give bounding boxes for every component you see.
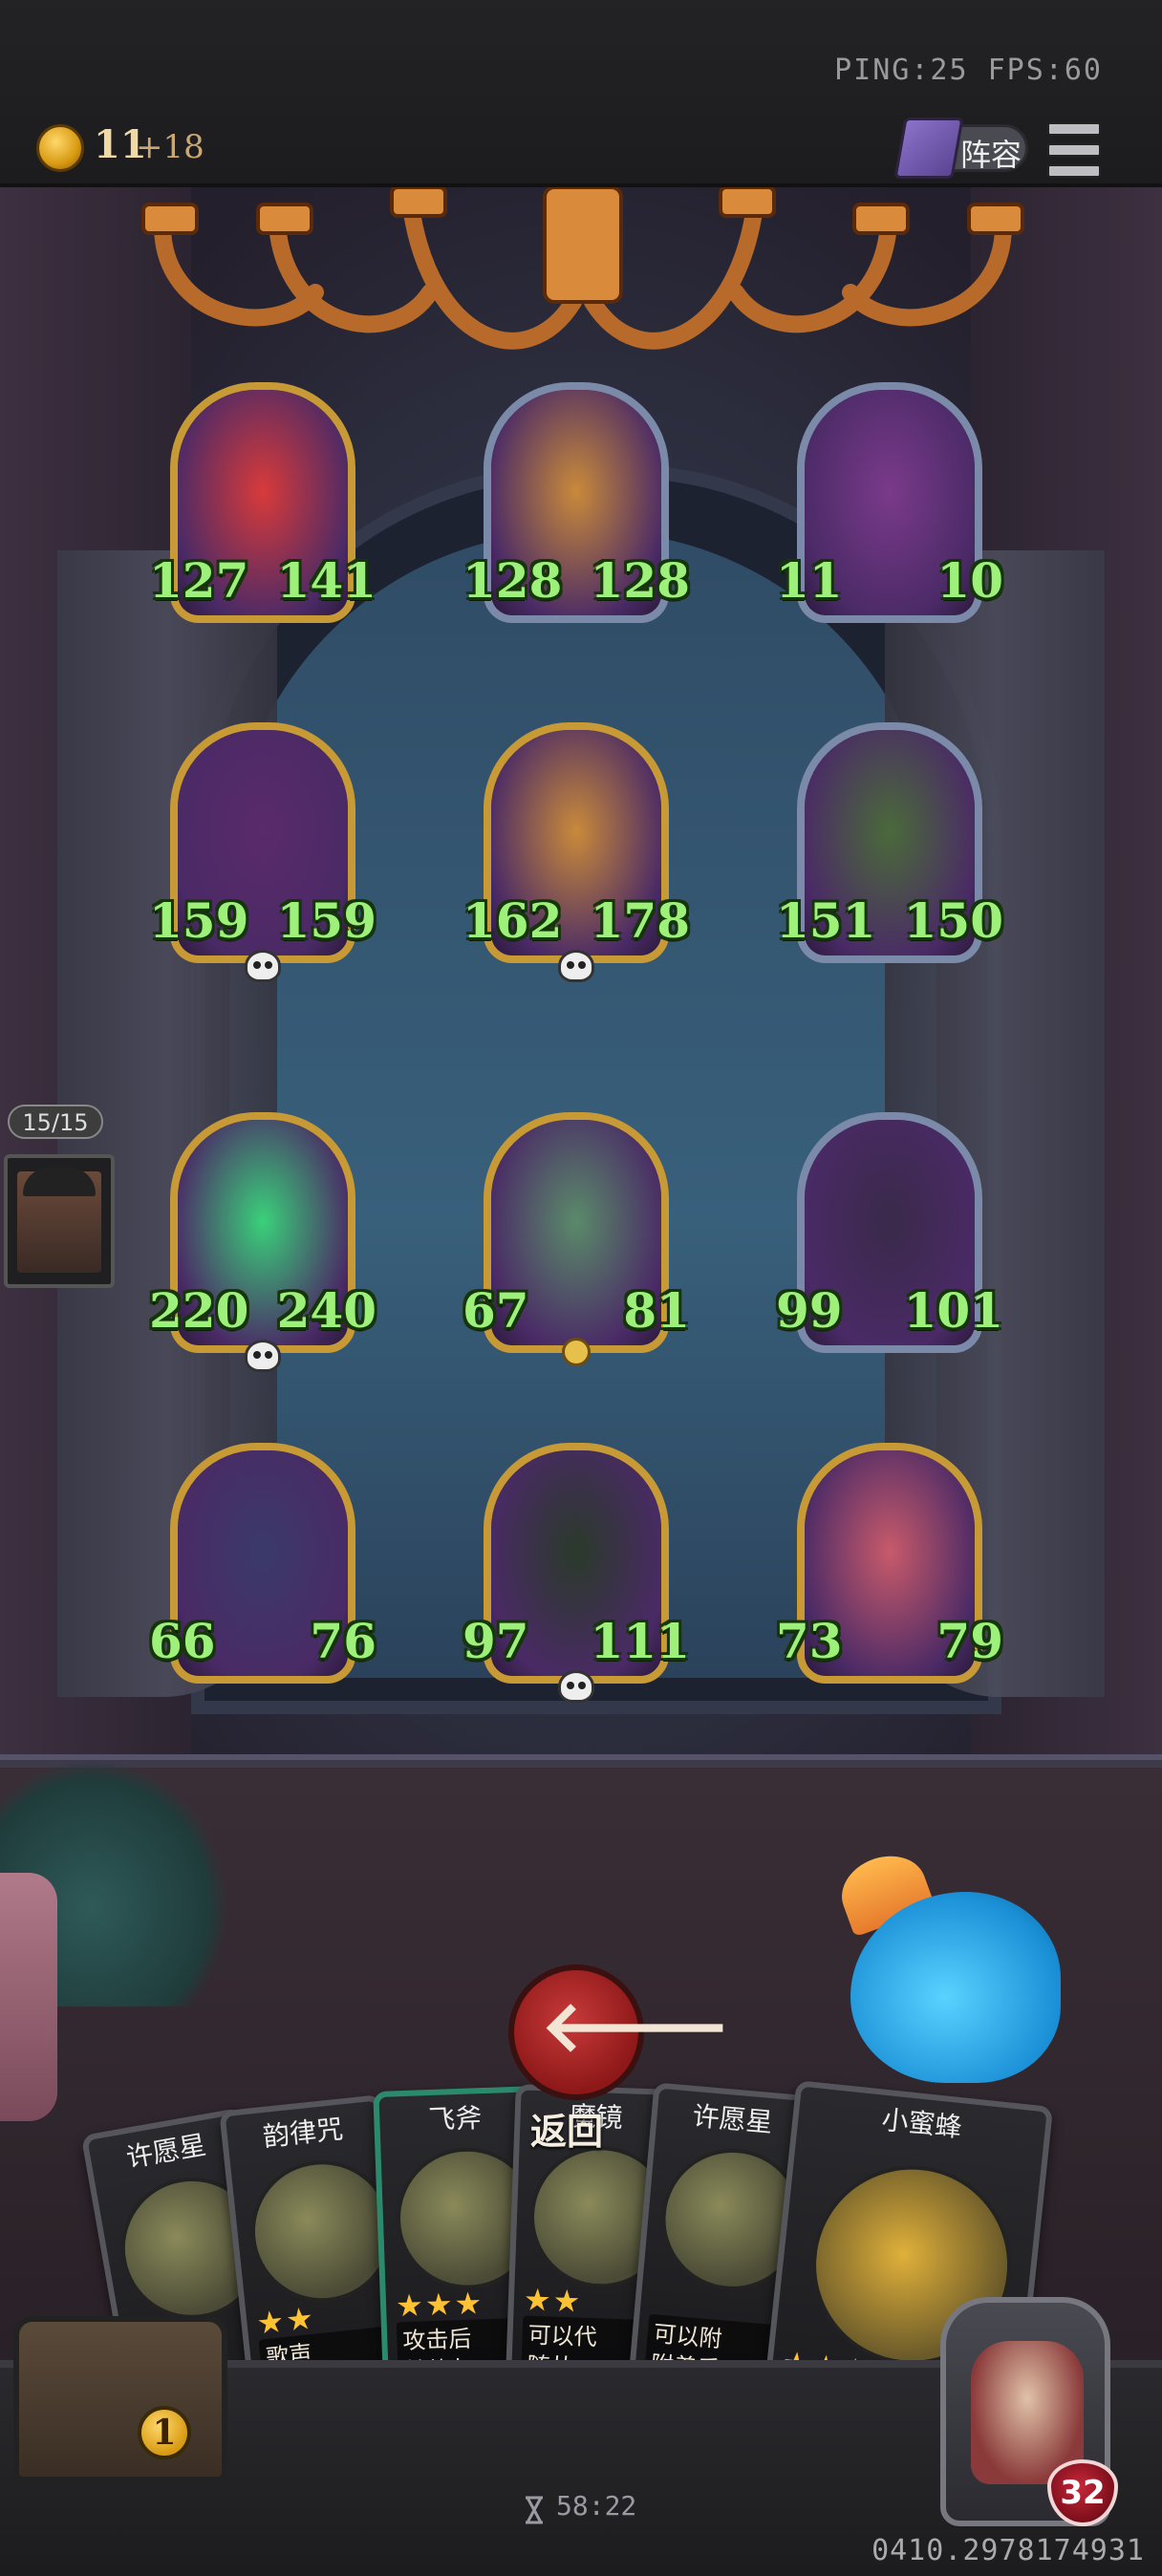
- minion-attack: 127: [149, 552, 249, 609]
- board-minion[interactable]: 67 81: [463, 1112, 690, 1372]
- board-minion[interactable]: 66 76: [149, 1443, 377, 1703]
- shield-icon: [562, 1338, 591, 1366]
- minion-health: 76: [310, 1613, 377, 1669]
- skull-icon: [558, 950, 594, 982]
- card-title: 韵律咒: [261, 2113, 345, 2154]
- minion-health: 81: [623, 1282, 690, 1339]
- minion-attack: 67: [463, 1282, 529, 1339]
- minion-attack: 162: [463, 892, 563, 949]
- minion-health: 10: [936, 552, 1003, 609]
- minion-attack: 73: [776, 1613, 843, 1669]
- minion-health: 178: [590, 892, 690, 949]
- chest-level-badge: 1: [138, 2406, 191, 2459]
- match-id: 0410.2978174931: [872, 2534, 1145, 2567]
- turn-timer: 58:22: [556, 2490, 637, 2522]
- hourglass-icon: [526, 2496, 543, 2524]
- minion-health: 128: [590, 552, 690, 609]
- shop-chest-button[interactable]: [13, 2316, 227, 2482]
- board-minion[interactable]: 128 128: [463, 382, 690, 642]
- lineup-label: 阵容: [960, 137, 1022, 173]
- minion-attack: 220: [149, 1282, 249, 1339]
- minion-attack: 11: [776, 552, 843, 609]
- card-stars: ★★: [523, 2281, 583, 2320]
- opponent-portrait[interactable]: [4, 1154, 115, 1288]
- book-icon: [893, 118, 964, 179]
- minion-health: 111: [590, 1613, 690, 1669]
- skull-icon: [558, 1670, 594, 1703]
- jar-decoration: [0, 1873, 57, 2121]
- board-minion[interactable]: 151 150: [776, 722, 1003, 982]
- minion-attack: 151: [776, 892, 876, 949]
- lineup-button[interactable]: 阵容: [893, 118, 1028, 179]
- board-minion[interactable]: 220 240: [149, 1112, 377, 1372]
- skull-icon: [245, 1340, 281, 1372]
- minion-attack: 128: [463, 552, 563, 609]
- minion-health: 101: [903, 1282, 1003, 1339]
- gold-coin-icon: [36, 124, 84, 172]
- board-minion[interactable]: 99 101: [776, 1112, 1003, 1372]
- gold-income: +18: [136, 128, 204, 166]
- minion-health: 240: [276, 1282, 377, 1339]
- back-button[interactable]: 🡐: [508, 1964, 730, 2100]
- minion-health: 159: [276, 892, 377, 949]
- back-label: 返回: [530, 2111, 604, 2153]
- ping-fps-readout: PING:25 FPS:60: [834, 54, 1103, 87]
- minion-health: 79: [936, 1613, 1003, 1669]
- board-minion[interactable]: 159 159: [149, 722, 377, 982]
- minion-attack: 66: [149, 1613, 216, 1669]
- opponent-count: 15/15: [8, 1105, 103, 1139]
- board-minion[interactable]: 97 111: [463, 1443, 690, 1703]
- board-minion[interactable]: 73 79: [776, 1443, 1003, 1703]
- minion-health: 141: [276, 552, 377, 609]
- board-minion[interactable]: 162 178: [463, 722, 690, 982]
- skull-icon: [245, 950, 281, 982]
- board-minion[interactable]: 127 141: [149, 382, 377, 642]
- minion-attack: 99: [776, 1282, 843, 1339]
- chandelier-decoration: [141, 187, 1024, 350]
- minion-attack: 97: [463, 1613, 529, 1669]
- board-minion[interactable]: 11 10: [776, 382, 1003, 642]
- menu-icon[interactable]: [1047, 122, 1101, 178]
- card-title: 许愿星: [691, 2099, 774, 2139]
- card-stars: ★★★: [395, 2285, 484, 2325]
- card-title: 飞斧: [427, 2102, 483, 2136]
- top-bar: PING:25 FPS:60 11 +18 阵容: [0, 0, 1162, 189]
- minion-attack: 159: [149, 892, 249, 949]
- arrow-left-icon: 🡐: [541, 1986, 731, 2068]
- minion-health: 150: [903, 892, 1003, 949]
